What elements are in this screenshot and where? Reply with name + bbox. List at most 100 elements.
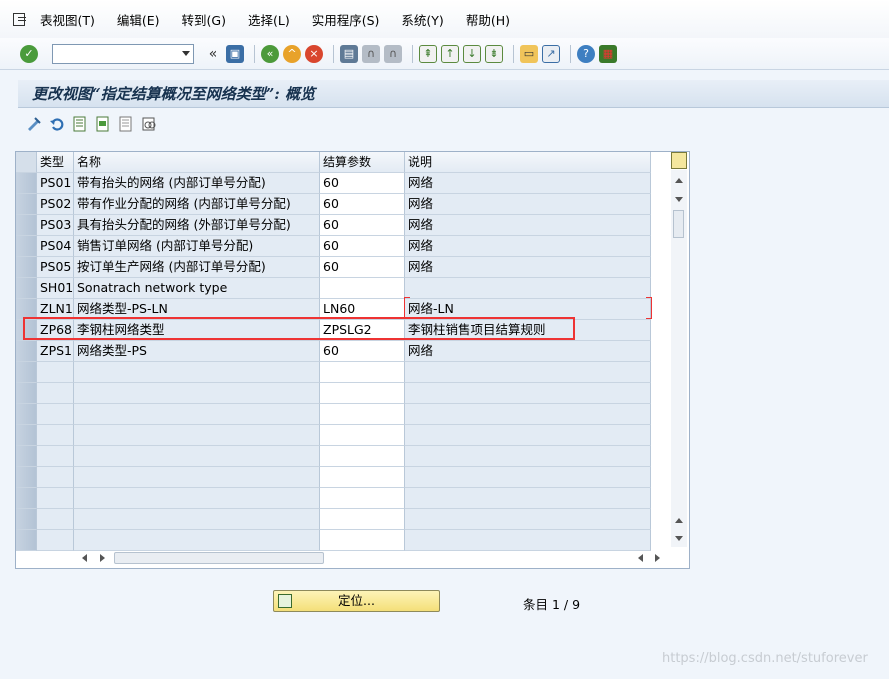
scroll-up-arrow-icon[interactable] (675, 178, 683, 183)
shortcut-icon[interactable]: ↗ (542, 44, 560, 63)
display-change-icon[interactable] (26, 116, 42, 132)
row-selector[interactable] (16, 404, 37, 425)
back-double-arrow-icon[interactable]: « (204, 45, 222, 63)
table-row[interactable]: PS05 按订单生产网络 (内部订单号分配) 60 网络 (16, 257, 668, 278)
exit-icon[interactable]: ^ (283, 44, 301, 63)
find-icon[interactable]: ∩ (362, 44, 380, 63)
row-selector[interactable] (16, 530, 37, 551)
cell-param[interactable] (320, 446, 405, 467)
row-selector[interactable] (16, 446, 37, 467)
cell-param[interactable]: 60 (320, 236, 405, 257)
first-page-icon[interactable]: ⇞ (419, 44, 437, 63)
cell-param[interactable]: LN60 (320, 299, 405, 320)
menu-goto[interactable]: 转到(G) (182, 10, 226, 29)
next-page-icon[interactable]: ↓ (463, 44, 481, 63)
header-type[interactable]: 类型 (37, 152, 74, 173)
table-row[interactable] (16, 446, 668, 467)
menu-icon[interactable] (12, 11, 28, 27)
table-row[interactable]: PS01 带有抬头的网络 (内部订单号分配) 60 网络 (16, 173, 668, 194)
row-selector[interactable] (16, 320, 37, 341)
command-input[interactable] (53, 44, 175, 63)
cell-param[interactable]: 60 (320, 194, 405, 215)
row-selector[interactable] (16, 341, 37, 362)
undo-icon[interactable] (49, 116, 65, 132)
table-row[interactable]: ZP68 李钢柱网络类型 ZPSLG2 李钢柱销售项目结算规则 (16, 320, 668, 341)
menu-selection[interactable]: 选择(L) (248, 10, 290, 29)
table-row[interactable]: PS02 带有作业分配的网络 (内部订单号分配) 60 网络 (16, 194, 668, 215)
cell-param[interactable]: ZPSLG2 (320, 320, 405, 341)
deselect-all-icon[interactable] (118, 116, 134, 132)
select-block-icon[interactable] (95, 116, 111, 132)
cell-param[interactable]: 60 (320, 341, 405, 362)
table-row[interactable] (16, 530, 668, 551)
table-row[interactable] (16, 467, 668, 488)
scroll-right-arrow-icon[interactable] (655, 554, 660, 562)
scroll-up-arrow-icon[interactable] (675, 518, 683, 523)
row-selector[interactable] (16, 173, 37, 194)
column-config-icon[interactable] (671, 152, 687, 169)
cell-param[interactable] (320, 278, 405, 299)
position-button[interactable]: 定位... (273, 590, 440, 612)
scroll-left-arrow-icon[interactable] (82, 554, 87, 562)
cell-param[interactable] (320, 509, 405, 530)
scroll-right-arrow-icon[interactable] (100, 554, 105, 562)
cell-param[interactable] (320, 488, 405, 509)
save-icon[interactable]: ▣ (226, 44, 244, 63)
table-row[interactable]: SH01 Sonatrach network type (16, 278, 668, 299)
help-icon[interactable]: ? (577, 44, 595, 63)
cell-param[interactable] (320, 530, 405, 551)
row-selector[interactable] (16, 299, 37, 320)
select-all-icon[interactable] (72, 116, 88, 132)
row-selector[interactable] (16, 509, 37, 530)
cell-param[interactable]: 60 (320, 215, 405, 236)
last-page-icon[interactable]: ⇟ (485, 44, 503, 63)
select-all-cell[interactable] (16, 152, 37, 173)
cell-param[interactable] (320, 404, 405, 425)
cell-param[interactable] (320, 362, 405, 383)
cell-param[interactable] (320, 467, 405, 488)
header-desc[interactable]: 说明 (405, 152, 651, 173)
row-selector[interactable] (16, 425, 37, 446)
scroll-thumb[interactable] (114, 552, 324, 564)
table-row[interactable] (16, 383, 668, 404)
table-row[interactable]: PS04 销售订单网络 (内部订单号分配) 60 网络 (16, 236, 668, 257)
vertical-scrollbar[interactable] (671, 170, 687, 547)
row-selector[interactable] (16, 467, 37, 488)
cell-param[interactable]: 60 (320, 173, 405, 194)
table-row[interactable]: PS03 具有抬头分配的网络 (外部订单号分配) 60 网络 (16, 215, 668, 236)
row-selector[interactable] (16, 488, 37, 509)
previous-page-icon[interactable]: ↑ (441, 44, 459, 63)
row-selector[interactable] (16, 278, 37, 299)
table-row[interactable] (16, 425, 668, 446)
command-field[interactable] (52, 43, 194, 64)
customize-layout-icon[interactable]: ▦ (599, 44, 617, 63)
print-icon[interactable]: ▤ (340, 44, 358, 63)
scroll-down-arrow-icon[interactable] (675, 197, 683, 202)
find-next-icon[interactable]: ∩ (384, 44, 402, 63)
table-row[interactable] (16, 362, 668, 383)
header-param[interactable]: 结算参数 (320, 152, 405, 173)
menu-table-view[interactable]: 表视图(T) (40, 10, 95, 29)
table-row[interactable]: ZPS1 网络类型-PS 60 网络 (16, 341, 668, 362)
header-name[interactable]: 名称 (74, 152, 320, 173)
table-row[interactable]: ZLN1 网络类型-PS-LN LN60 网络-LN (16, 299, 668, 320)
menu-utilities[interactable]: 实用程序(S) (312, 10, 380, 29)
scroll-down-arrow-icon[interactable] (675, 536, 683, 541)
cell-param[interactable] (320, 425, 405, 446)
cell-param[interactable]: 60 (320, 257, 405, 278)
row-selector[interactable] (16, 362, 37, 383)
chevron-down-icon[interactable] (182, 50, 190, 56)
horizontal-scrollbar[interactable] (76, 550, 666, 566)
scroll-left-arrow-icon[interactable] (638, 554, 643, 562)
cell-param[interactable] (320, 383, 405, 404)
row-selector[interactable] (16, 215, 37, 236)
scroll-thumb[interactable] (673, 210, 684, 238)
table-row[interactable] (16, 488, 668, 509)
create-session-icon[interactable]: ▭ (520, 44, 538, 63)
back-icon[interactable]: « (261, 44, 279, 63)
menu-help[interactable]: 帮助(H) (466, 10, 510, 29)
menu-system[interactable]: 系统(Y) (401, 10, 443, 29)
enter-icon[interactable]: ✓ (20, 44, 38, 63)
print-view-icon[interactable] (141, 116, 157, 132)
row-selector[interactable] (16, 257, 37, 278)
